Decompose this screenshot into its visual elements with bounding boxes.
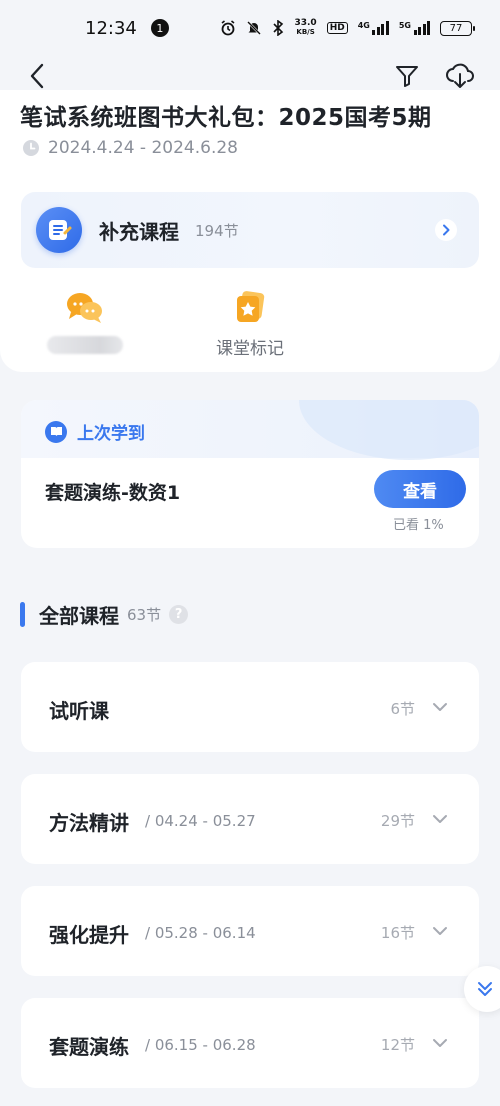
chapter-name: 强化提升: [49, 923, 129, 947]
chat-icon: [67, 293, 102, 323]
hd-badge: HD: [326, 22, 348, 34]
view-button[interactable]: 查看: [374, 470, 466, 508]
filter-icon: [396, 66, 418, 87]
chapter-name: 套题演练: [49, 1035, 129, 1059]
net-speed: 33.0 KB/S: [294, 19, 316, 37]
chapter-count: 12节: [380, 1036, 415, 1054]
status-left: 12:34 1: [85, 18, 169, 39]
chevron-down-icon: [433, 927, 447, 935]
supplementary-count: 194节: [195, 222, 239, 240]
chapter-count: 16节: [380, 924, 415, 942]
last-learned-label: 上次学到: [77, 424, 145, 444]
section-accent-bar: [20, 602, 25, 627]
chapter-count: 29节: [380, 812, 415, 830]
net-speed-value: 33.0: [294, 18, 317, 28]
chapter-name: 试听课: [49, 699, 109, 723]
section-count: 63节: [127, 606, 162, 624]
chevron-down-icon: [433, 1039, 447, 1047]
chapter-name: 方法精讲: [49, 811, 129, 835]
net-type-1: 4G: [357, 21, 370, 30]
all-courses-header: 全部课程 63节 ?: [20, 600, 189, 629]
quick-action-chat[interactable]: [45, 290, 125, 354]
bookmark-star-icon: [237, 291, 265, 322]
status-time: 12:34: [85, 17, 137, 39]
download-button[interactable]: [444, 60, 476, 92]
page-title: 笔试系统班图书大礼包：2025国考5期: [20, 105, 432, 131]
filter-button[interactable]: [392, 60, 422, 92]
chapter-dates: / 04.24 - 05.27: [145, 812, 256, 830]
chevron-down-icon: [433, 703, 447, 711]
back-arrow-icon: [30, 63, 44, 89]
chapter-item[interactable]: 套题演练 / 06.15 - 06.28 12节: [21, 998, 479, 1088]
alarm-icon: [220, 20, 236, 36]
clock-icon: [23, 140, 39, 156]
quick-action-label: 课堂标记: [216, 339, 284, 359]
bluetooth-icon: [272, 20, 284, 36]
watch-progress: 已看 1%: [393, 518, 444, 533]
mute-icon: [246, 20, 262, 36]
status-right: 33.0 KB/S HD 4G 5G 77: [220, 19, 475, 37]
date-range: 2024.4.24 - 2024.6.28: [48, 138, 238, 158]
chapter-count: 6节: [390, 700, 415, 718]
last-learned-tag: 上次学到: [45, 419, 145, 444]
blurred-label: [47, 336, 123, 354]
chapter-item[interactable]: 强化提升 / 05.28 - 06.14 16节: [21, 886, 479, 976]
net-speed-unit: KB/S: [296, 28, 315, 36]
double-chevron-down-icon: [478, 982, 492, 996]
battery-icon: 77: [440, 20, 475, 36]
chapter-item[interactable]: 方法精讲 / 04.24 - 05.27 29节: [21, 774, 479, 864]
course-header-card: 笔试系统班图书大礼包：2025国考5期 2024.4.24 - 2024.6.2…: [0, 90, 500, 372]
last-learned-card: 上次学到 套题演练-数资1 查看 已看 1%: [21, 400, 479, 548]
book-icon: [45, 420, 67, 443]
section-title: 全部课程: [39, 604, 119, 628]
chapter-item[interactable]: 试听课 6节: [21, 662, 479, 752]
quick-action-class-marks[interactable]: 课堂标记: [205, 290, 295, 359]
signal-icon-2: 5G: [399, 21, 430, 35]
chapter-dates: / 06.15 - 06.28: [145, 1036, 256, 1054]
date-row: 2024.4.24 - 2024.6.28: [22, 138, 238, 158]
chevron-down-icon: [433, 815, 447, 823]
supplementary-courses-card[interactable]: 补充课程 194节: [21, 192, 479, 268]
cloud-download-icon: [446, 63, 474, 88]
net-type-2: 5G: [398, 21, 411, 30]
status-bar: 12:34 1 33.0 KB/S HD 4G 5G 77: [0, 0, 500, 56]
chapter-dates: / 05.28 - 06.14: [145, 924, 256, 942]
chevron-right-icon: [435, 219, 457, 241]
help-icon[interactable]: ?: [169, 605, 189, 624]
notification-badge: 1: [150, 19, 169, 37]
supplementary-title: 补充课程: [99, 220, 179, 244]
back-button[interactable]: [22, 60, 52, 92]
supplementary-logo-icon: [36, 207, 82, 253]
last-lesson-title: 套题演练-数资1: [45, 482, 181, 504]
signal-icon-1: 4G: [358, 21, 389, 35]
